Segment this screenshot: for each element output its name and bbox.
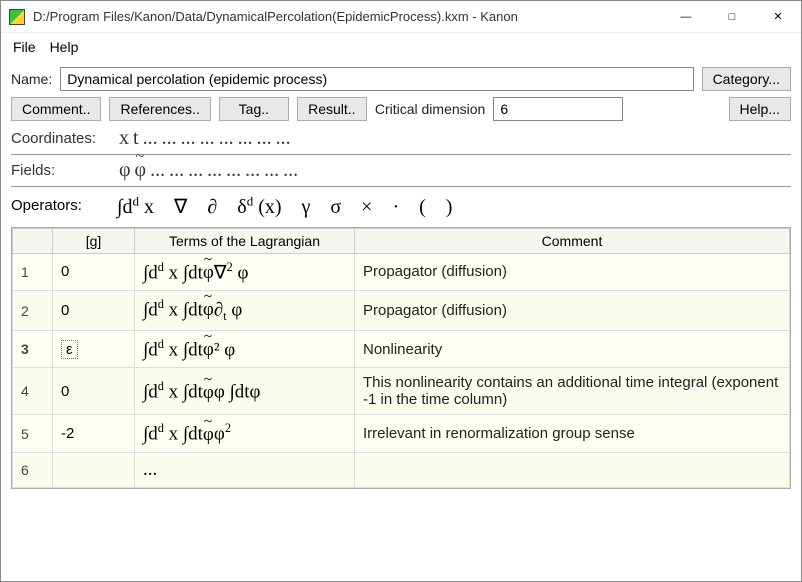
field-3[interactable]: ... bbox=[167, 157, 186, 183]
row-comment: Nonlinearity bbox=[355, 331, 790, 368]
coord-7[interactable]: ... bbox=[236, 125, 255, 151]
tag-button[interactable]: Tag.. bbox=[219, 97, 289, 121]
coord-8[interactable]: ... bbox=[255, 125, 274, 151]
row-g[interactable]: 0 bbox=[53, 253, 135, 290]
row-comment: Propagator (diffusion) bbox=[355, 290, 790, 330]
row-comment bbox=[355, 452, 790, 487]
row-index: 2 bbox=[13, 290, 53, 330]
row-index: 3 bbox=[13, 331, 53, 368]
table-row[interactable]: 6... bbox=[13, 452, 790, 487]
coord-0[interactable]: x bbox=[117, 125, 131, 151]
operator-2[interactable]: ∂ bbox=[197, 196, 227, 218]
table-row[interactable]: 40∫dd x ∫dtφφ ∫dtφThis nonlinearity cont… bbox=[13, 368, 790, 415]
comment-button[interactable]: Comment.. bbox=[11, 97, 101, 121]
field-5[interactable]: ... bbox=[205, 157, 224, 183]
coord-5[interactable]: ... bbox=[198, 125, 217, 151]
minimize-button[interactable]: — bbox=[663, 1, 709, 33]
row-index: 1 bbox=[13, 253, 53, 290]
row-comment: Irrelevant in renormalization group sens… bbox=[355, 415, 790, 452]
row-index: 6 bbox=[13, 452, 53, 487]
window-title: D:/Program Files/Kanon/Data/DynamicalPer… bbox=[33, 9, 663, 24]
help-button[interactable]: Help... bbox=[729, 97, 791, 121]
th-comment[interactable]: Comment bbox=[355, 228, 790, 253]
references-button[interactable]: References.. bbox=[109, 97, 210, 121]
operator-1[interactable]: ∇ bbox=[164, 196, 197, 218]
row-g[interactable]: 0 bbox=[53, 290, 135, 330]
table-row[interactable]: 20∫dd x ∫dtφ∂t φPropagator (diffusion) bbox=[13, 290, 790, 330]
operator-8[interactable]: ( bbox=[409, 196, 436, 218]
coord-4[interactable]: ... bbox=[179, 125, 198, 151]
app-icon bbox=[9, 9, 25, 25]
field-6[interactable]: ... bbox=[224, 157, 243, 183]
field-2[interactable]: ... bbox=[148, 157, 167, 183]
category-button[interactable]: Category... bbox=[702, 67, 791, 91]
field-8[interactable]: ... bbox=[262, 157, 281, 183]
row-g[interactable] bbox=[53, 452, 135, 487]
maximize-button[interactable]: □ bbox=[709, 1, 755, 33]
operator-9[interactable]: ) bbox=[436, 196, 463, 218]
coord-9[interactable]: ... bbox=[274, 125, 293, 151]
menu-help[interactable]: Help bbox=[50, 39, 79, 55]
row-comment: This nonlinearity contains an additional… bbox=[355, 368, 790, 415]
field-7[interactable]: ... bbox=[243, 157, 262, 183]
th-term[interactable]: Terms of the Lagrangian bbox=[135, 228, 355, 253]
operator-4[interactable]: γ bbox=[292, 196, 321, 218]
row-term[interactable]: ∫dd x ∫dtφ∇2 φ bbox=[135, 253, 355, 290]
critdim-label: Critical dimension bbox=[375, 101, 485, 117]
row-term[interactable]: ... bbox=[135, 452, 355, 487]
th-index[interactable] bbox=[13, 228, 53, 253]
name-input[interactable] bbox=[60, 67, 693, 91]
menu-file[interactable]: File bbox=[13, 39, 36, 55]
coordinates-label: Coordinates: bbox=[11, 130, 111, 147]
menubar: File Help bbox=[1, 33, 801, 61]
row-term[interactable]: ∫dd x ∫dtφ² φ bbox=[135, 331, 355, 368]
th-g[interactable]: [g] bbox=[53, 228, 135, 253]
coord-3[interactable]: ... bbox=[160, 125, 179, 151]
field-9[interactable]: ... bbox=[281, 157, 300, 183]
field-0[interactable]: φ bbox=[117, 157, 133, 183]
row-index: 5 bbox=[13, 415, 53, 452]
operators-row: Operators: ∫dd x∇∂δd (x)γσ×·() bbox=[11, 193, 791, 219]
operator-6[interactable]: × bbox=[351, 196, 382, 218]
critdim-input[interactable] bbox=[493, 97, 623, 121]
table-row[interactable]: 5-2∫dd x ∫dtφφ2Irrelevant in renormaliza… bbox=[13, 415, 790, 452]
operator-5[interactable]: σ bbox=[320, 196, 351, 218]
coordinates-row: Coordinates: xt........................ bbox=[11, 127, 791, 150]
row-g[interactable]: -2 bbox=[53, 415, 135, 452]
table-row[interactable]: 3ε∫dd x ∫dtφ² φNonlinearity bbox=[13, 331, 790, 368]
row-comment: Propagator (diffusion) bbox=[355, 253, 790, 290]
operator-3[interactable]: δd (x) bbox=[227, 196, 291, 218]
name-label: Name: bbox=[11, 71, 52, 87]
row-term[interactable]: ∫dd x ∫dtφ∂t φ bbox=[135, 290, 355, 330]
titlebar: D:/Program Files/Kanon/Data/DynamicalPer… bbox=[1, 1, 801, 33]
field-1[interactable]: φ bbox=[133, 157, 149, 183]
operators-label: Operators: bbox=[11, 197, 103, 214]
table-row[interactable]: 10∫dd x ∫dtφ∇2 φPropagator (diffusion) bbox=[13, 253, 790, 290]
row-index: 4 bbox=[13, 368, 53, 415]
fields-row: Fields: φφ........................ bbox=[11, 159, 791, 182]
row-g[interactable]: ε bbox=[53, 331, 135, 368]
row-g[interactable]: 0 bbox=[53, 368, 135, 415]
field-4[interactable]: ... bbox=[186, 157, 205, 183]
lagrangian-table: [g] Terms of the Lagrangian Comment 10∫d… bbox=[11, 227, 791, 489]
close-button[interactable]: ✕ bbox=[755, 1, 801, 33]
operator-0[interactable]: ∫dd x bbox=[107, 196, 164, 218]
operator-7[interactable]: · bbox=[382, 196, 409, 218]
row-term[interactable]: ∫dd x ∫dtφφ2 bbox=[135, 415, 355, 452]
result-button[interactable]: Result.. bbox=[297, 97, 367, 121]
coord-6[interactable]: ... bbox=[217, 125, 236, 151]
row-term[interactable]: ∫dd x ∫dtφφ ∫dtφ bbox=[135, 368, 355, 415]
fields-label: Fields: bbox=[11, 162, 111, 179]
